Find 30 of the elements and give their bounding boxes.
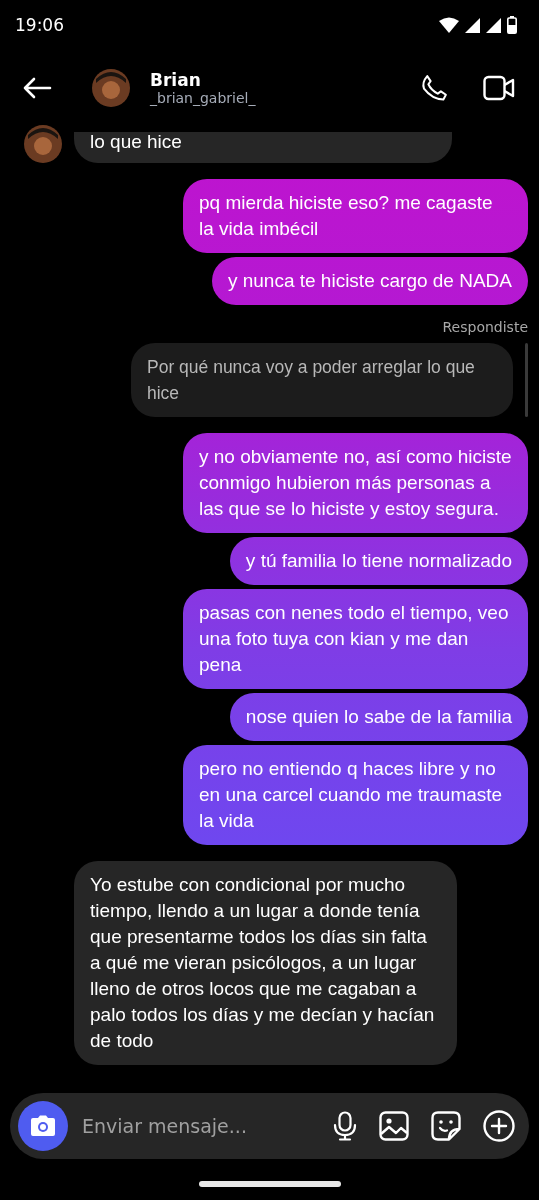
battery-icon	[507, 16, 517, 34]
sent-message: pq mierda hiciste eso? me cagaste la vida imbécil	[183, 179, 528, 253]
message-input[interactable]: Enviar mensaje...	[80, 1114, 311, 1138]
camera-button[interactable]	[18, 1101, 68, 1151]
contact-username: _brian_gabriel_	[150, 89, 257, 106]
signal-icon	[465, 17, 480, 33]
signal-icon	[486, 17, 501, 33]
image-icon[interactable]	[379, 1111, 409, 1141]
camera-icon[interactable]	[30, 1115, 56, 1137]
video-call-icon[interactable]	[483, 74, 515, 101]
wifi-icon	[439, 17, 459, 33]
sent-message: y nunca te hiciste cargo de NADA	[211, 257, 528, 305]
sent-message: pasas con nenes todo el tiempo, veo una foto tuya con kian y me dan pena	[183, 589, 528, 689]
back-icon[interactable]	[22, 76, 52, 99]
contact-name: Brian	[150, 69, 202, 90]
microphone-icon[interactable]	[333, 1111, 357, 1141]
sticker-icon[interactable]	[431, 1111, 461, 1141]
sent-message: nose quien lo sabe de la familia	[229, 693, 528, 741]
received-message: lo que hice	[74, 132, 452, 163]
quoted-message: Por qué nunca voy a poder arreglar lo que hice	[131, 343, 513, 417]
sent-message: pero no entiendo q haces libre y no en una carcel cuando me traumaste la vida	[183, 745, 528, 845]
sent-message: y tú familia lo tiene normalizado	[229, 537, 528, 585]
received-message: Yo estube con condicional por mucho tiempo, llendo a un lugar a donde tenía que presentarme todos los días sin falta a qué me vieran psicólogos, a un lugar lleno de otros locos que me cagaban a palo todos los días y me decían y hacían de todo	[74, 861, 457, 1065]
reply-label: Respondiste	[442, 319, 528, 335]
avatar[interactable]	[92, 68, 130, 107]
phone-icon[interactable]	[419, 72, 449, 103]
status-time: 19:06	[15, 15, 64, 35]
add-icon[interactable]	[483, 1110, 515, 1142]
avatar[interactable]	[24, 125, 62, 163]
sent-message: y no obviamente no, así como hiciste conmigo hubieron más personas a las que se lo hiciste y estoy segura.	[183, 433, 528, 533]
